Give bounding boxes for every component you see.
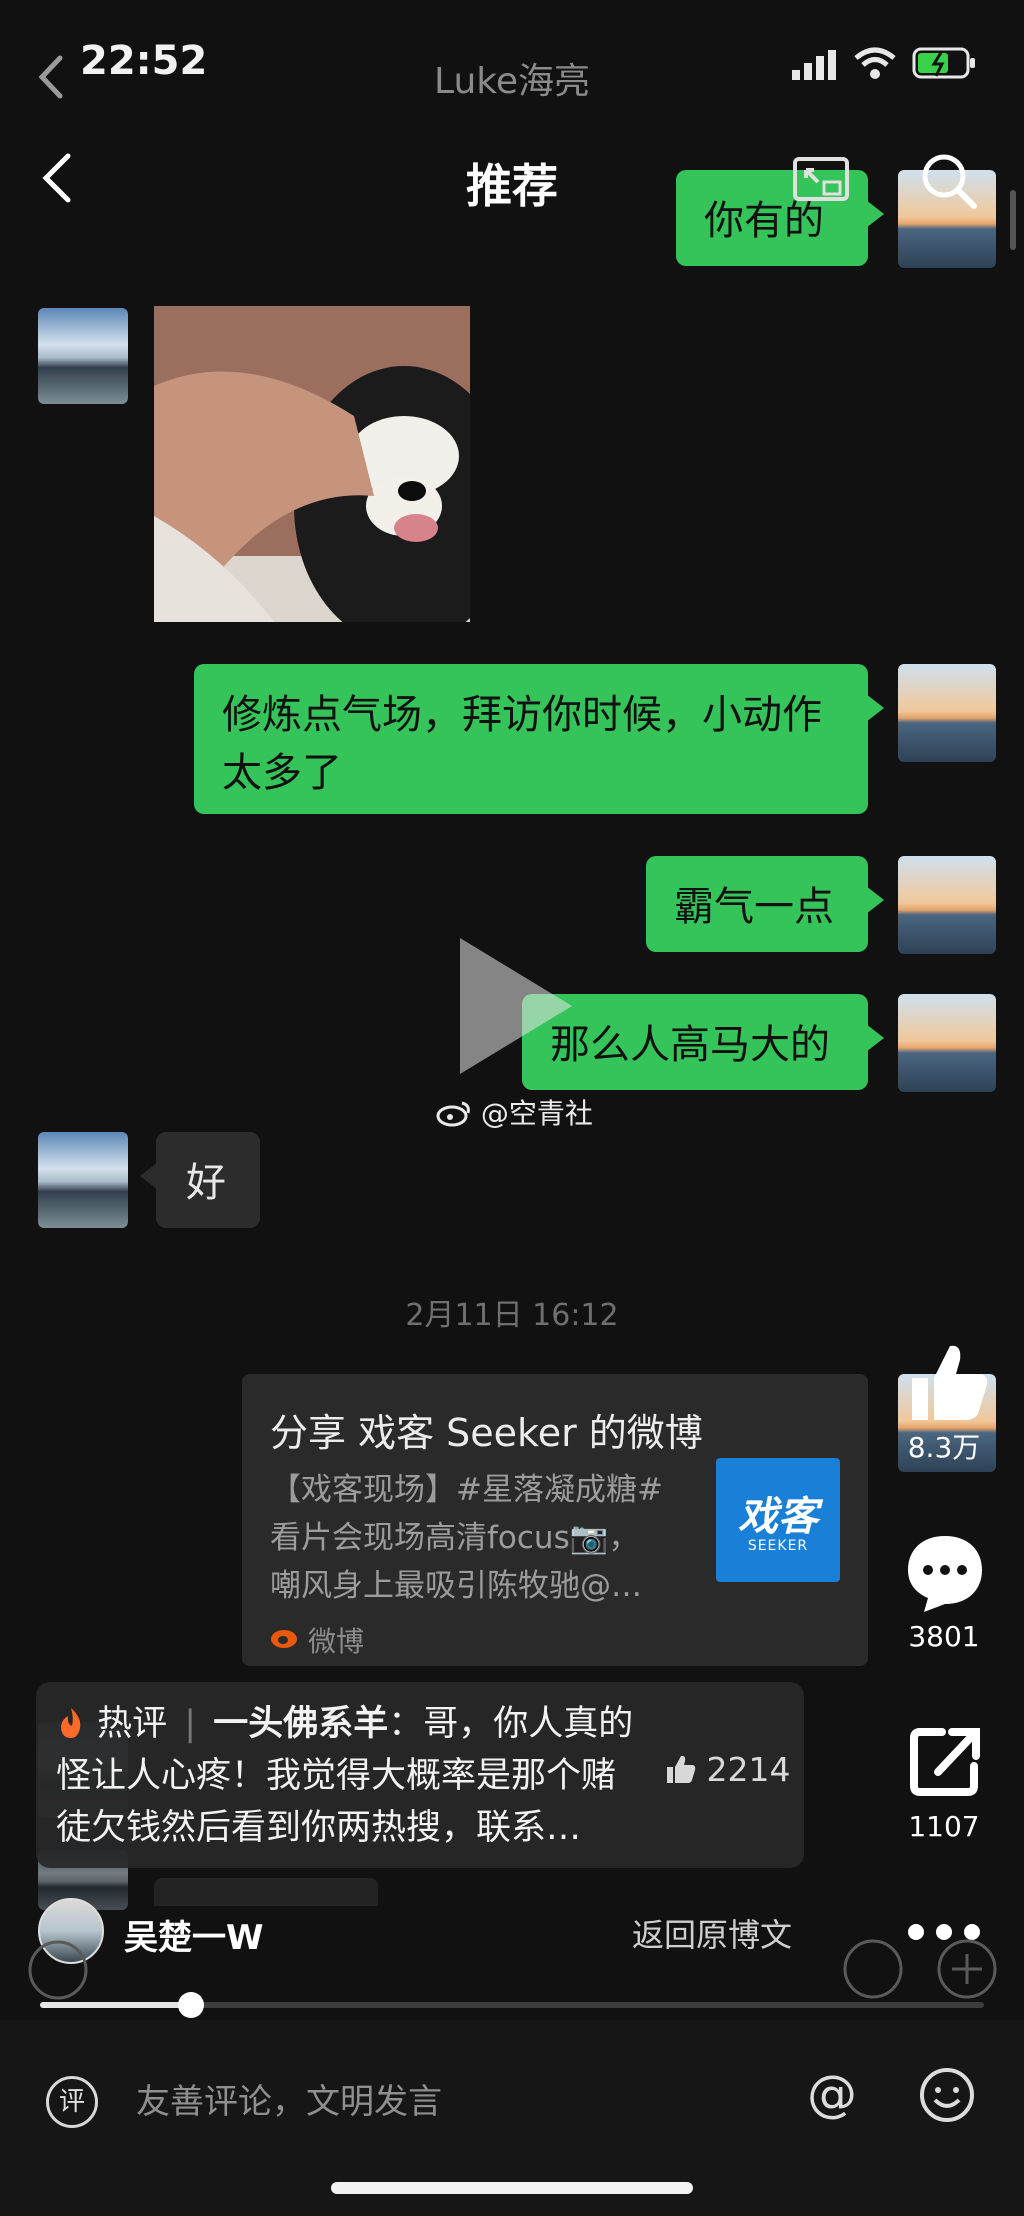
seeker-logo-thumbnail: 戏客 SEEKER (716, 1458, 840, 1582)
hot-comment-author[interactable]: 一头佛系羊 (213, 1704, 388, 1744)
my-avatar (898, 664, 996, 762)
like-count: 8.3万 (907, 1431, 981, 1464)
scroll-indicator (1010, 190, 1016, 250)
friend-avatar (38, 1132, 128, 1228)
chat-timestamp: 2月11日 16:12 (405, 1298, 619, 1333)
watermark-text: @空青社 (480, 1097, 593, 1130)
comment-bubble-icon[interactable] (902, 1530, 988, 1616)
thumb-logo-text: 戏客 (738, 1494, 818, 1540)
friend-avatar (38, 308, 128, 404)
weibo-icon (271, 1630, 297, 1648)
small-like-icon (667, 1755, 696, 1783)
hot-comment-line: 怪让人心疼！我觉得大概率是那个赌 (56, 1756, 617, 1796)
wifi-icon (854, 47, 896, 79)
chat-bubble-peek (154, 1878, 378, 1906)
hot-comment-card[interactable]: 热评 | 一头佛系羊：哥，你人真的 怪让人心疼！我觉得大概率是那个赌 徒欠钱然后… (36, 1682, 804, 1868)
search-icon[interactable] (920, 152, 978, 210)
share-card-source: 微博 (308, 1625, 365, 1658)
comment-input[interactable]: 友善评论，文明发言 (136, 2074, 442, 2123)
share-card-title: 分享 戏客 Seeker 的微博 (270, 1411, 703, 1455)
emoji-faint-icon (843, 1939, 903, 1999)
share-count: 1107 (908, 1810, 980, 1843)
comment-count: 3801 (908, 1620, 980, 1653)
like-thumb-icon[interactable] (906, 1340, 990, 1424)
mention-at-icon[interactable]: @ (804, 2066, 860, 2122)
cast-screen-icon[interactable] (792, 156, 850, 204)
my-avatar (898, 994, 996, 1092)
comment-icon-glyph: 评 (58, 2087, 85, 2117)
add-faint-icon (937, 1939, 997, 1999)
share-desc-line: 【戏客现场】#星落凝成糖# (270, 1472, 663, 1508)
thumb-logo-subtext: SEEKER (747, 1538, 809, 1554)
message-bubble-right: 修炼点气场，拜访你时候，小动作 太多了 (194, 664, 884, 814)
badge-divider: | (184, 1704, 197, 1744)
fire-icon (61, 1708, 81, 1738)
comment-bar: 评 友善评论，文明发言 @ (0, 2020, 1024, 2216)
message-bubble-right: 霸气一点 (646, 856, 884, 952)
weibo-share-card: 分享 戏客 Seeker 的微博 【戏客现场】#星落凝成糖# 看片会现场高清fo… (242, 1374, 868, 1666)
hot-comment-like-count: 2214 (706, 1750, 791, 1789)
comment-write-icon[interactable]: 评 (46, 2076, 98, 2128)
hot-comment-line1-rest: ：哥，你人真的 (388, 1704, 634, 1744)
hot-comment-like[interactable]: 2214 (664, 1750, 790, 1789)
message-text: 霸气一点 (674, 884, 834, 930)
share-icon[interactable] (908, 1724, 984, 1800)
share-desc-line: 嘲风身上最吸引陈牧驰@… (270, 1568, 642, 1604)
voice-icon (28, 1940, 88, 2000)
dog-sticker-image (154, 306, 470, 622)
message-text: 那么人高马大的 (550, 1022, 830, 1068)
message-bubble-left: 好 (140, 1132, 260, 1228)
home-indicator (331, 2182, 693, 2194)
my-avatar (898, 856, 996, 954)
hot-comment-line: 徒欠钱然后看到你两热搜，联系… (56, 1808, 582, 1848)
message-text-line: 太多了 (222, 750, 342, 796)
message-text: 好 (186, 1160, 226, 1206)
author-name[interactable]: 吴楚一W (124, 1910, 264, 1959)
hot-comment-badge: 热评 (97, 1704, 168, 1744)
video-progress-handle[interactable] (178, 1992, 204, 2018)
weibo-logo-icon (436, 1101, 470, 1127)
video-progress-fill (40, 2002, 191, 2008)
message-text-line: 修炼点气场，拜访你时候，小动作 (222, 692, 822, 738)
video-watermark: @空青社 (436, 1092, 593, 1132)
battery-icon (912, 47, 975, 79)
share-card-description: 【戏客现场】#星落凝成糖# 看片会现场高清focus📷， 嘲风身上最吸引陈牧驰@… (270, 1466, 698, 1610)
signal-icon (792, 50, 836, 80)
return-to-original-post-link[interactable]: 返回原博文 (632, 1910, 792, 1956)
play-icon[interactable] (452, 932, 578, 1080)
hot-comment-line: 热评 | 一头佛系羊：哥，你人真的 (56, 1698, 676, 1750)
hot-comment-text: 热评 | 一头佛系羊：哥，你人真的 怪让人心疼！我觉得大概率是那个赌 徒欠钱然后… (56, 1698, 676, 1854)
share-desc-line: 看片会现场高清focus📷， (270, 1520, 640, 1556)
page-title[interactable]: 推荐 (0, 150, 1024, 216)
emoji-icon[interactable] (918, 2066, 976, 2124)
